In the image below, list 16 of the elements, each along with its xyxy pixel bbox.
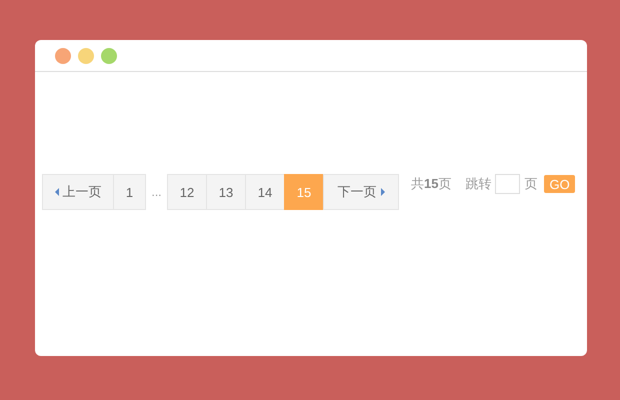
page-button[interactable]: 1 <box>113 174 146 210</box>
window-control-dot[interactable] <box>101 48 117 64</box>
right-triangle-icon <box>380 188 384 196</box>
left-triangle-icon <box>54 188 58 196</box>
page-button[interactable]: 12 <box>167 174 207 210</box>
next-page-button[interactable]: 下一页 <box>323 174 399 210</box>
page-unit-label: 页 <box>524 175 538 193</box>
page-button[interactable]: 14 <box>245 174 285 210</box>
jump-label: 跳转 <box>465 175 492 193</box>
page-input-field[interactable] <box>495 174 520 194</box>
window-control-dot[interactable] <box>78 48 94 64</box>
ellipsis: ... <box>150 185 162 199</box>
page-button[interactable]: 13 <box>206 174 246 210</box>
previous-page-button[interactable]: 上一页 <box>42 174 114 210</box>
total-pages-text: 共15页 <box>411 175 452 193</box>
window-control-dot[interactable] <box>55 48 71 64</box>
